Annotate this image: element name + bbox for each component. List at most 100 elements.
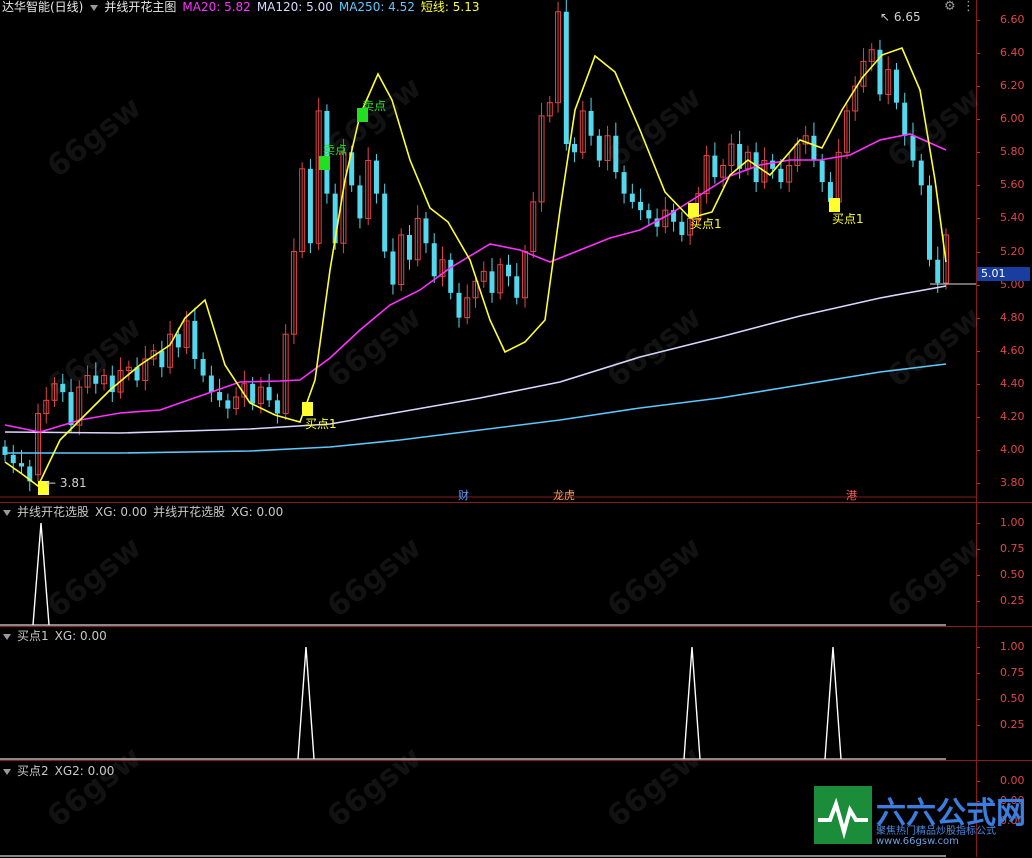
candlestick (274, 393, 280, 424)
candlestick (439, 246, 446, 287)
sub-panel-header: 买点2 XG2: 0.00 (2, 764, 120, 778)
candlestick (728, 134, 735, 173)
collapse-triangle-icon[interactable] (3, 633, 11, 640)
event-tag-finance[interactable]: 财 (458, 487, 469, 502)
short-term-line (4, 46, 947, 488)
candlestick (621, 165, 627, 204)
candlestick (134, 357, 140, 388)
candlestick (241, 370, 248, 407)
axis-tick-label: 3.80 (976, 477, 1032, 489)
candle-body (910, 135, 916, 161)
candlestick (217, 378, 223, 407)
low-price-label: ← 3.81 (46, 476, 87, 490)
candlestick (414, 205, 421, 267)
ma20-readout: MA20: 5.82 (182, 0, 251, 14)
candlestick (629, 183, 635, 209)
event-tag-dragon-tiger[interactable]: 龙虎 (553, 487, 575, 502)
candle-body (893, 69, 899, 103)
candlestick (926, 175, 932, 267)
candlestick (365, 147, 372, 226)
signal-spike (32, 522, 50, 626)
ma120-readout: MA120: 5.00 (256, 0, 333, 14)
candle-body (778, 168, 784, 183)
candle-body (217, 392, 223, 401)
candle-body (200, 358, 206, 376)
axis-tick-label: 6.40 (976, 47, 1032, 59)
candlestick (142, 345, 149, 391)
candlestick (315, 97, 322, 250)
candlestick (497, 258, 504, 300)
ma250-line (5, 363, 947, 454)
candle-body (712, 155, 718, 178)
candlestick (167, 320, 174, 374)
candlestick (679, 211, 685, 242)
axis-tick-label: 6.60 (976, 14, 1032, 26)
candlestick (431, 233, 437, 283)
price-axis[interactable]: 6.60 6.40 6.20 6.00 5.80 5.60 5.40 5.20 5.00 4.80… (976, 0, 1032, 502)
axis-tick-label: 4.00 (976, 443, 1032, 456)
axis-tick-label: 6.00 (976, 113, 1032, 125)
sub-panel-header: 买点1 XG: 0.00 (2, 629, 113, 643)
candle-body (679, 221, 685, 235)
candlestick (398, 228, 405, 292)
candle-body (192, 320, 198, 359)
xg-readout: XG: 0.00 (231, 505, 284, 519)
event-tag-hk[interactable]: 港 (846, 487, 857, 502)
candlestick (266, 373, 272, 407)
signal-spike (824, 646, 842, 760)
axis-tick-label: 4.40 (976, 377, 1032, 390)
candlestick (489, 258, 495, 303)
candle-body (93, 375, 99, 384)
candlestick (480, 261, 487, 288)
candle-body (819, 160, 825, 183)
candlestick (588, 97, 594, 146)
settings-icon[interactable]: ⚙ (944, 0, 956, 14)
collapse-triangle-icon[interactable] (90, 4, 99, 11)
candlestick (646, 203, 652, 226)
candle-body (613, 135, 619, 173)
candlestick (572, 137, 578, 163)
axis-tick-label: 0.25 (976, 595, 1032, 607)
sub-panel-bingxian[interactable]: 并线开花选股 XG: 0.00 并线开花选股 XG: 0.00 1.00 0.75 0.5… (0, 502, 1032, 627)
signal-spike (683, 646, 701, 760)
buy1-signal-chart[interactable] (0, 627, 1032, 761)
candle-body (935, 259, 941, 283)
axis-tick-label: 0.75 (976, 543, 1032, 555)
axis-tick-label: 4.20 (976, 410, 1032, 423)
collapse-triangle-icon[interactable] (3, 768, 11, 775)
signal-spike (297, 646, 315, 760)
main-candlestick-chart[interactable] (0, 0, 1032, 502)
logo-pulse-icon (814, 786, 872, 844)
current-price-tag: 5.01 (977, 267, 1030, 281)
candle-body (629, 193, 635, 202)
candlestick (596, 129, 602, 168)
axis-tick-label: 0.50 (976, 693, 1032, 705)
candlestick (514, 263, 520, 305)
candlestick (208, 365, 214, 402)
candlestick (860, 48, 867, 93)
candlestick (84, 365, 91, 394)
stock-title: 达华智能(日线) (2, 0, 84, 14)
axis-tick-label: 4.60 (976, 344, 1032, 357)
value-axis[interactable]: 1.00 0.75 0.50 0.25 (976, 627, 1032, 761)
xg-readout: XG: 0.00 (54, 629, 107, 643)
collapse-triangle-icon[interactable] (3, 509, 11, 516)
main-chart-panel[interactable]: 达华智能(日线) 并线开花主图 MA20: 5.82 MA120: 5.00 MA250… (0, 0, 1032, 502)
main-header: 达华智能(日线) 并线开花主图 MA20: 5.82 MA120: 5.00 MA250… (2, 0, 485, 14)
axis-tick-label: 0.75 (976, 667, 1032, 679)
candlestick (877, 39, 883, 102)
candlestick (43, 387, 50, 424)
candlestick (761, 147, 768, 189)
sub-panel-buy1[interactable]: 买点1 XG: 0.00 1.00 0.75 0.50 0.25 (0, 626, 1032, 761)
bingxian-signal-chart[interactable] (0, 503, 1032, 627)
value-axis[interactable]: 1.00 0.75 0.50 0.25 (976, 503, 1032, 627)
candle-body (506, 264, 512, 277)
candlestick (935, 246, 941, 293)
candle-body (307, 168, 313, 244)
xg-readout: XG2: 0.00 (54, 764, 115, 778)
candlestick (406, 225, 412, 270)
buy-marker: 买点1 (690, 217, 722, 231)
candlestick (382, 183, 388, 259)
more-icon[interactable]: ⋮ (962, 0, 975, 14)
candlestick (563, 0, 569, 151)
